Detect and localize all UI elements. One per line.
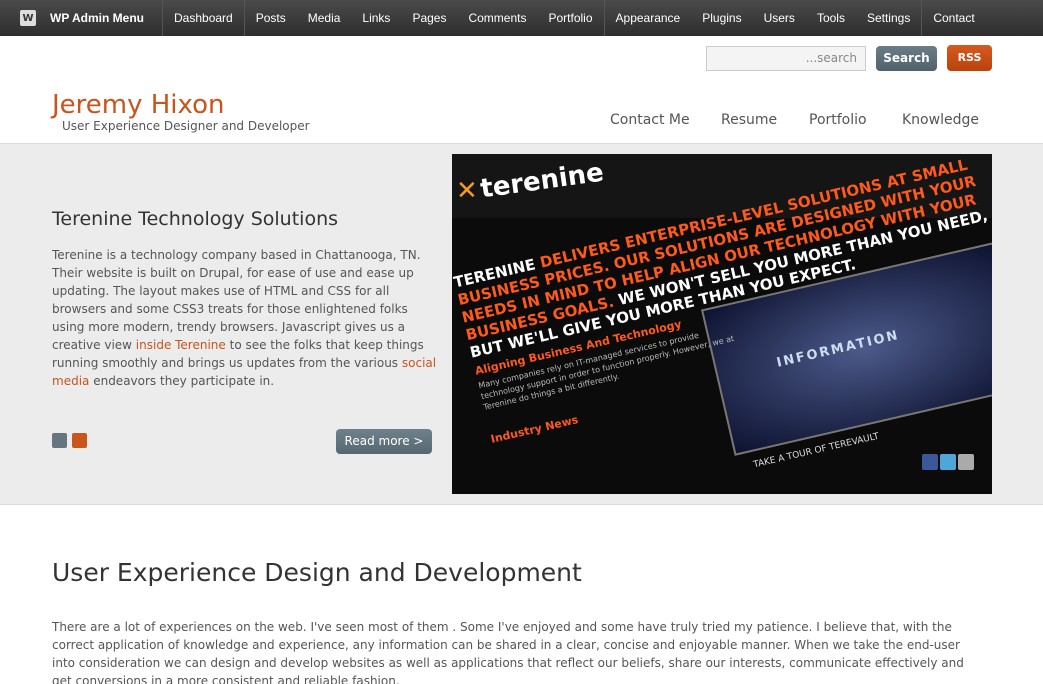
- admin-item-tools[interactable]: Tools: [806, 0, 856, 36]
- admin-item-dashboard[interactable]: Dashboard: [163, 0, 244, 36]
- twitter-icon: [940, 454, 956, 470]
- section-text: There are a lot of experiences on the we…: [52, 620, 964, 684]
- rss-button[interactable]: RSS: [947, 45, 992, 71]
- admin-item-settings[interactable]: Settings: [856, 0, 921, 36]
- wordpress-icon[interactable]: W: [20, 10, 36, 26]
- terenine-x-icon: ✕: [456, 176, 478, 206]
- admin-item-links[interactable]: Links: [351, 0, 401, 36]
- feature-title: Terenine Technology Solutions: [52, 208, 339, 230]
- feature-text-part: Terenine is a technology company based i…: [52, 248, 421, 352]
- search-button[interactable]: Search: [876, 46, 937, 71]
- nav-portfolio[interactable]: Portfolio: [809, 112, 867, 128]
- email-icon: [958, 454, 974, 470]
- read-more-button[interactable]: Read more >: [336, 429, 432, 454]
- social-icons: [922, 454, 982, 480]
- project-screenshot[interactable]: ✕ terenine TERENINE DELIVERS ENTERPRISE-…: [452, 154, 992, 494]
- admin-item-comments[interactable]: Comments: [457, 0, 537, 36]
- slider-dot-1[interactable]: [52, 433, 67, 448]
- admin-bar: W WP Admin Menu Dashboard Posts Media Li…: [0, 0, 1043, 36]
- admin-item-portfolio[interactable]: Portfolio: [537, 0, 603, 36]
- admin-item-users[interactable]: Users: [753, 0, 806, 36]
- feature-text-part: endeavors they participate in.: [89, 374, 275, 388]
- admin-item-contact[interactable]: Contact: [922, 0, 985, 36]
- admin-item-posts[interactable]: Posts: [245, 0, 297, 36]
- feature-description: Terenine is a technology company based i…: [52, 246, 437, 390]
- admin-item-appearance[interactable]: Appearance: [605, 0, 692, 36]
- admin-item-plugins[interactable]: Plugins: [691, 0, 752, 36]
- admin-item-pages[interactable]: Pages: [401, 0, 457, 36]
- search-input[interactable]: ...search: [706, 46, 866, 71]
- section-title: User Experience Design and Development: [52, 558, 582, 587]
- site-title[interactable]: Jeremy Hixon: [52, 90, 225, 120]
- nav-contact-me[interactable]: Contact Me: [610, 112, 690, 128]
- admin-item-media[interactable]: Media: [297, 0, 352, 36]
- site-tagline: User Experience Designer and Developer: [62, 119, 310, 133]
- admin-menu-brand[interactable]: WP Admin Menu: [50, 11, 144, 25]
- inside-terenine-link[interactable]: inside Terenine: [136, 338, 226, 352]
- nav-resume[interactable]: Resume: [721, 112, 777, 128]
- slider-dot-2[interactable]: [72, 433, 87, 448]
- facebook-icon: [922, 454, 938, 470]
- nav-knowledge[interactable]: Knowledge: [902, 112, 979, 128]
